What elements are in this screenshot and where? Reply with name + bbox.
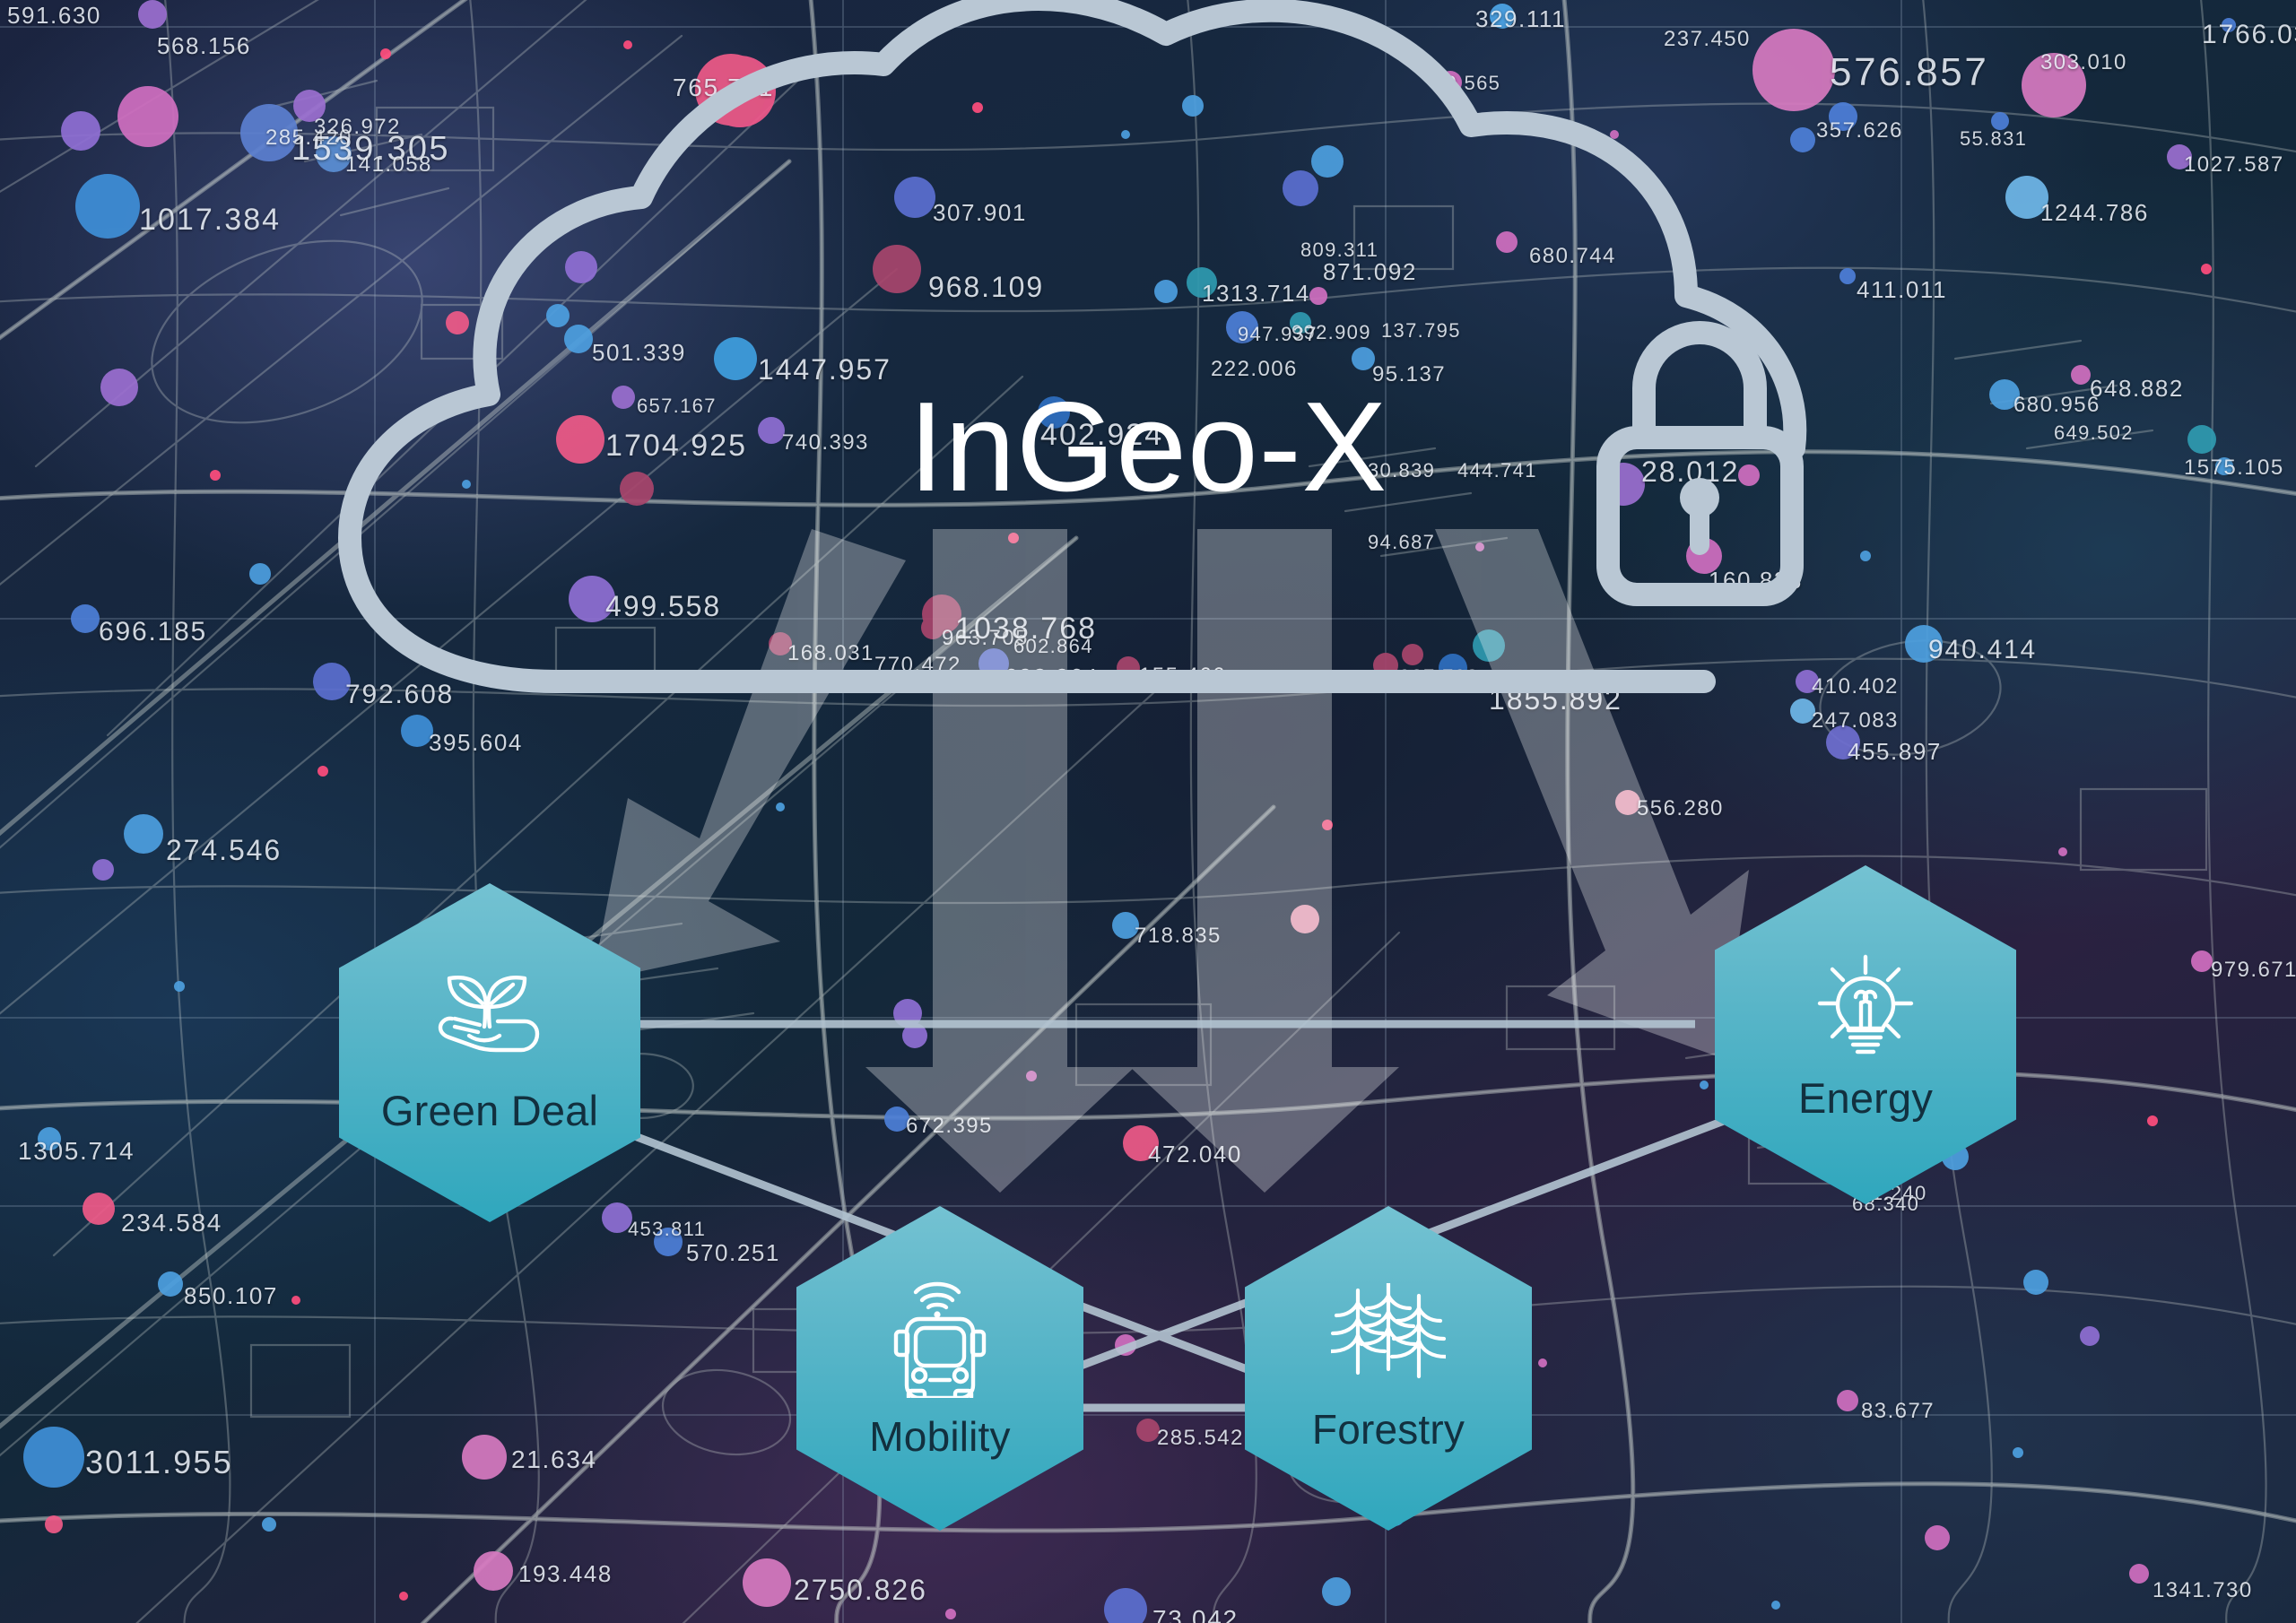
pine-trees-icon [1331, 1283, 1446, 1379]
page-title: InGeo-X [909, 376, 1387, 518]
hexagon-label: Forestry [1311, 1406, 1465, 1453]
hexagon-label: Energy [1797, 1073, 1934, 1122]
ingeo-x-diagram: 591.630568.156329.111237.4501766.035765.… [0, 0, 2296, 1623]
connected-bus-icon [893, 1281, 987, 1398]
lightbulb-icon [1817, 954, 1914, 1054]
hexagon-label: Mobility [869, 1413, 1011, 1460]
plant-in-hand-icon [438, 975, 540, 1052]
cloud-outline-icon [338, 0, 1807, 693]
cloud-and-lock-group [338, 0, 1807, 693]
hexagon-label: Green Deal [380, 1086, 599, 1134]
